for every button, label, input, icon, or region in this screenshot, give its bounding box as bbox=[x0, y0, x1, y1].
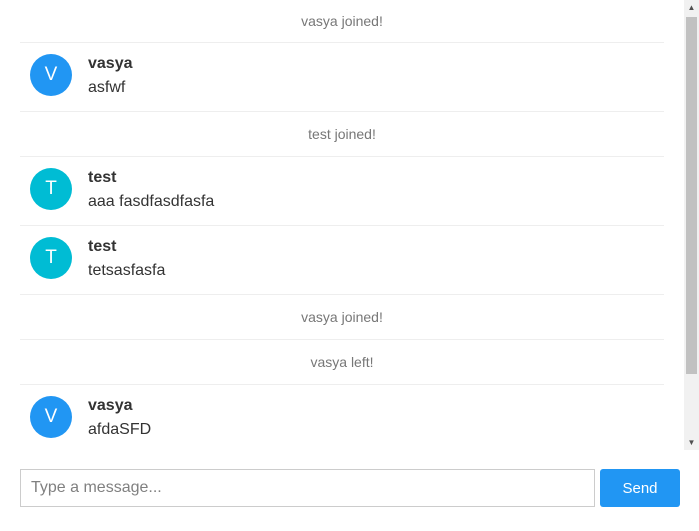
chat-message: V vasya afdaSFD bbox=[20, 385, 664, 450]
message-username: vasya bbox=[88, 397, 133, 414]
join-notice: vasya joined! bbox=[20, 295, 664, 340]
message-text: asfwf bbox=[88, 79, 126, 96]
scroll-down-arrow-icon[interactable]: ▼ bbox=[684, 435, 699, 450]
chat-message: T test tetsasfasfa bbox=[20, 226, 664, 295]
message-username: test bbox=[88, 238, 117, 255]
chat-message: T test aaa fasdfasdfasfa bbox=[20, 157, 664, 226]
message-area[interactable]: vasya joined! V vasya asfwf test joined!… bbox=[0, 0, 684, 450]
avatar: T bbox=[30, 237, 72, 279]
send-button[interactable]: Send bbox=[600, 469, 680, 507]
message-list: vasya joined! V vasya asfwf test joined!… bbox=[20, 0, 664, 450]
message-text: tetsasfasfa bbox=[88, 262, 166, 279]
avatar: T bbox=[30, 168, 72, 210]
vertical-scrollbar[interactable]: ▲ ▼ bbox=[684, 0, 699, 450]
message-text: aaa fasdfasdfasfa bbox=[88, 193, 215, 210]
chat-message: V vasya asfwf bbox=[20, 43, 664, 112]
join-notice: test joined! bbox=[20, 112, 664, 157]
avatar: V bbox=[30, 54, 72, 96]
message-input[interactable] bbox=[20, 469, 595, 507]
message-username: test bbox=[88, 169, 117, 186]
message-text: afdaSFD bbox=[88, 421, 152, 438]
message-composer: Send bbox=[0, 450, 699, 531]
chat-app: vasya joined! V vasya asfwf test joined!… bbox=[0, 0, 699, 531]
message-username: vasya bbox=[88, 55, 133, 72]
avatar: V bbox=[30, 396, 72, 438]
scroll-up-arrow-icon[interactable]: ▲ bbox=[684, 0, 699, 15]
join-notice: vasya joined! bbox=[20, 0, 664, 43]
scrollbar-thumb[interactable] bbox=[686, 17, 697, 374]
leave-notice: vasya left! bbox=[20, 340, 664, 385]
